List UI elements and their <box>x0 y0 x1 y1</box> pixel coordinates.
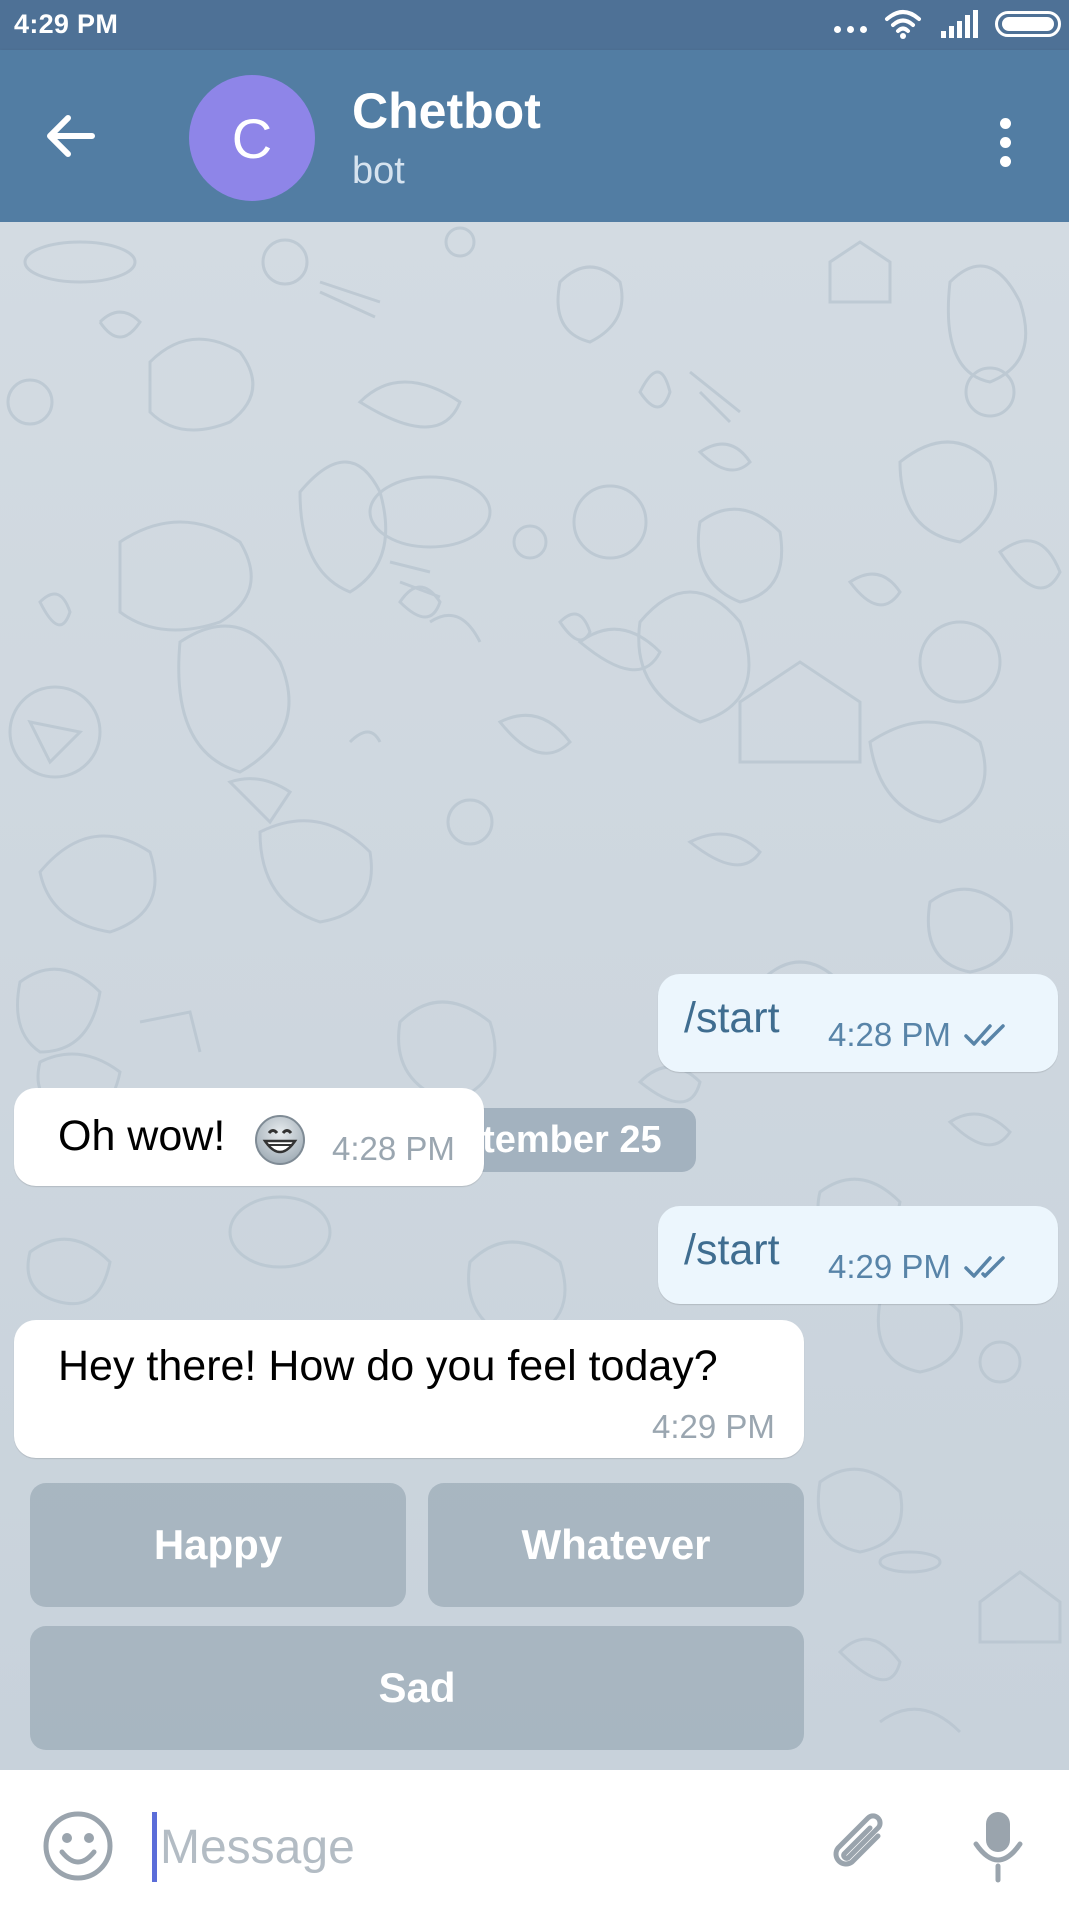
emoji-button[interactable] <box>42 1810 114 1882</box>
text-cursor <box>152 1812 157 1882</box>
chat-header: C Chetbot bot <box>0 50 1069 222</box>
avatar-letter: C <box>231 106 273 170</box>
keyboard-button-whatever[interactable]: Whatever <box>428 1483 804 1607</box>
message-meta: 4:28 PM <box>828 1016 1013 1054</box>
message-incoming[interactable]: Oh wow! 4:28 PM <box>14 1088 484 1186</box>
double-check-icon <box>964 1024 1005 1046</box>
chat-subtitle: bot <box>352 150 405 192</box>
keyboard-button-sad[interactable]: Sad <box>30 1626 804 1750</box>
message-composer <box>0 1770 1069 1915</box>
back-arrow-icon <box>47 115 95 157</box>
chat-area[interactable]: September 25 /start 4:28 PM Oh wow! 4:28… <box>0 222 1069 1770</box>
message-text: /start <box>684 994 780 1042</box>
message-outgoing[interactable]: /start 4:29 PM <box>658 1206 1058 1304</box>
message-text: /start <box>684 1226 780 1274</box>
back-button[interactable] <box>40 106 122 170</box>
paperclip-icon <box>833 1813 883 1867</box>
message-meta: 4:29 PM <box>828 1248 1013 1286</box>
message-time: 4:28 PM <box>332 1130 455 1167</box>
more-notifications-icon <box>834 25 867 33</box>
double-check-icon <box>964 1256 1005 1278</box>
signal-icon <box>941 10 978 38</box>
message-time: 4:28 PM <box>828 1016 951 1053</box>
status-icons <box>834 6 1061 42</box>
smiley-icon <box>43 1811 113 1881</box>
message-outgoing[interactable]: /start 4:28 PM <box>658 974 1058 1072</box>
voice-record-button[interactable] <box>968 1806 1028 1886</box>
more-options-button[interactable] <box>988 110 1022 174</box>
message-incoming[interactable]: Hey there! How do you feel today? 4:29 P… <box>14 1320 804 1458</box>
message-time: 4:29 PM <box>652 1408 775 1445</box>
grinning-face-emoji-icon <box>255 1115 305 1165</box>
message-time: 4:29 PM <box>828 1248 951 1285</box>
attach-button[interactable] <box>820 1806 900 1886</box>
battery-icon <box>995 11 1061 37</box>
status-bar: 4:29 PM <box>0 0 1069 50</box>
wifi-icon <box>885 10 921 39</box>
message-input[interactable] <box>160 1808 800 1886</box>
message-text: Hey there! How do you feel today? <box>58 1342 718 1390</box>
message-text: Oh wow! <box>58 1112 225 1161</box>
chat-avatar[interactable]: C <box>189 75 315 201</box>
message-text-content: Oh wow! <box>58 1112 226 1160</box>
chat-title[interactable]: Chetbot <box>352 82 541 140</box>
keyboard-button-happy[interactable]: Happy <box>30 1483 406 1607</box>
microphone-icon <box>973 1812 1023 1883</box>
status-time: 4:29 PM <box>14 9 119 39</box>
